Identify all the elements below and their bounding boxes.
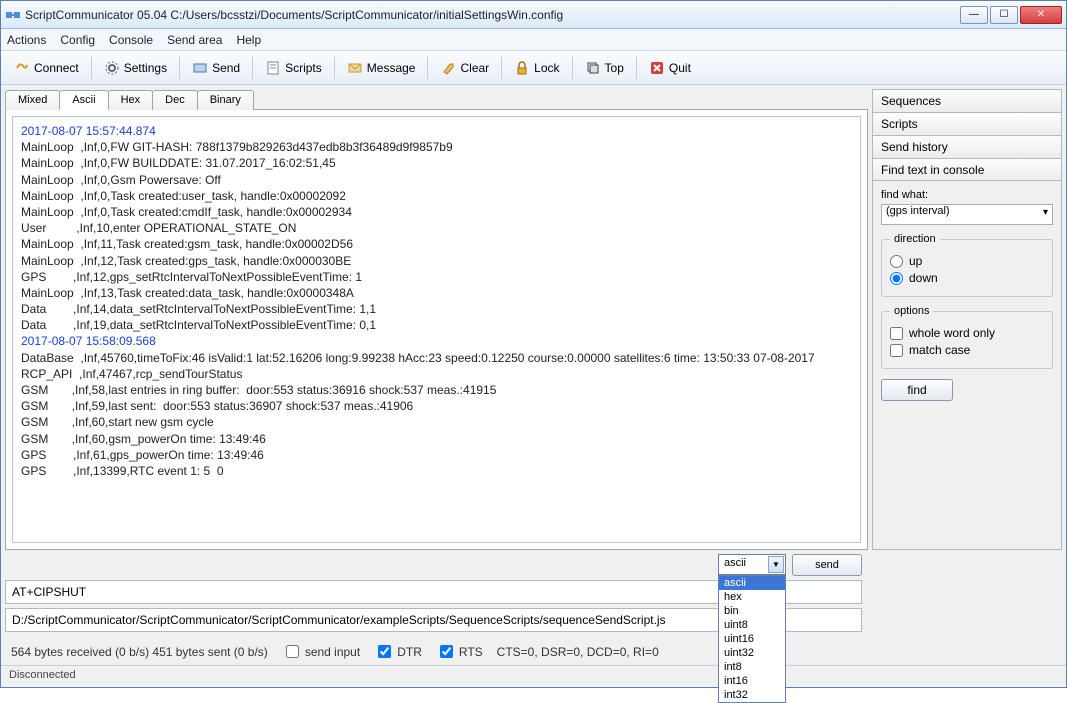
connect-button[interactable]: Connect [7, 56, 86, 80]
quit-button[interactable]: Quit [642, 56, 698, 80]
direction-group: direction up down [881, 233, 1053, 297]
scripts-icon [265, 60, 281, 76]
options-label: options [890, 305, 933, 317]
menu-help[interactable]: Help [236, 33, 261, 47]
tab-hex[interactable]: Hex [108, 90, 154, 110]
chk-whole-word[interactable]: whole word only [890, 326, 1044, 340]
format-dropdown[interactable]: asciihexbinuint8uint16uint32int8int16int… [718, 575, 786, 703]
tab-binary[interactable]: Binary [197, 90, 254, 110]
message-button[interactable]: Message [340, 56, 423, 80]
tab-dec[interactable]: Dec [152, 90, 198, 110]
format-option-int32[interactable]: int32 [719, 688, 785, 702]
format-option-uint32[interactable]: uint32 [719, 646, 785, 660]
top-button[interactable]: Top [578, 56, 631, 80]
message-icon [347, 60, 363, 76]
app-icon [5, 7, 21, 23]
gear-icon [104, 60, 120, 76]
acc-sequences[interactable]: Sequences [872, 89, 1062, 113]
find-panel: find what: (gps interval) direction up d… [872, 180, 1062, 550]
menubar: Actions Config Console Send area Help [1, 29, 1066, 51]
format-option-ascii[interactable]: ascii [719, 576, 785, 590]
menu-config[interactable]: Config [60, 33, 95, 47]
chk-match-case[interactable]: match case [890, 343, 1044, 357]
quit-icon [649, 60, 665, 76]
top-icon [585, 60, 601, 76]
titlebar: ScriptCommunicator 05.04 C:/Users/bcsstz… [1, 1, 1066, 29]
console-output[interactable]: 2017-08-07 15:57:44.874MainLoop ,Inf,0,F… [12, 116, 861, 543]
scripts-button[interactable]: Scripts [258, 56, 329, 80]
lock-button[interactable]: Lock [507, 56, 566, 80]
menu-send-area[interactable]: Send area [167, 33, 222, 47]
status-bar: Disconnected [1, 665, 1066, 687]
info-bar: 564 bytes received (0 b/s) 451 bytes sen… [5, 638, 1062, 665]
format-select-wrap: ascii ▼ asciihexbinuint8uint16uint32int8… [718, 554, 786, 576]
maximize-button[interactable]: ☐ [990, 6, 1018, 24]
format-option-bin[interactable]: bin [719, 604, 785, 618]
chk-rts[interactable]: RTS [436, 642, 483, 661]
chk-dtr[interactable]: DTR [374, 642, 422, 661]
toolbar: Connect Settings Send Scripts Message Cl… [1, 51, 1066, 85]
window-buttons: — ☐ ✕ [960, 6, 1062, 24]
chk-send-input[interactable]: send input [282, 642, 360, 661]
chevron-down-icon[interactable]: ▼ [768, 556, 784, 573]
left-column: Mixed Ascii Hex Dec Binary 2017-08-07 15… [5, 89, 868, 550]
acc-scripts[interactable]: Scripts [872, 112, 1062, 136]
send-controls: ascii ▼ asciihexbinuint8uint16uint32int8… [5, 554, 862, 576]
menu-actions[interactable]: Actions [7, 33, 46, 47]
view-tabs: Mixed Ascii Hex Dec Binary [5, 89, 868, 109]
settings-button[interactable]: Settings [97, 56, 174, 80]
console-panel: 2017-08-07 15:57:44.874MainLoop ,Inf,0,F… [5, 109, 868, 550]
format-option-int8[interactable]: int8 [719, 660, 785, 674]
window-title: ScriptCommunicator 05.04 C:/Users/bcsstz… [25, 8, 960, 22]
minimize-button[interactable]: — [960, 6, 988, 24]
send-icon [192, 60, 208, 76]
serial-lines: CTS=0, DSR=0, DCD=0, RI=0 [497, 645, 659, 659]
format-option-uint16[interactable]: uint16 [719, 632, 785, 646]
menu-console[interactable]: Console [109, 33, 153, 47]
find-what-input[interactable]: (gps interval) [881, 204, 1053, 225]
clear-icon [440, 60, 456, 76]
main-body: Mixed Ascii Hex Dec Binary 2017-08-07 15… [1, 85, 1066, 550]
send-text-button[interactable]: send [792, 554, 862, 576]
connect-icon [14, 60, 30, 76]
format-option-int16[interactable]: int16 [719, 674, 785, 688]
radio-down[interactable]: down [890, 271, 1044, 285]
lock-icon [514, 60, 530, 76]
clear-button[interactable]: Clear [433, 56, 496, 80]
options-group: options whole word only match case [881, 305, 1053, 369]
format-option-uint8[interactable]: uint8 [719, 618, 785, 632]
find-button[interactable]: find [881, 379, 953, 401]
close-button[interactable]: ✕ [1020, 6, 1062, 24]
send-button[interactable]: Send [185, 56, 247, 80]
direction-label: direction [890, 233, 940, 245]
tab-mixed[interactable]: Mixed [5, 90, 60, 110]
tab-ascii[interactable]: Ascii [59, 90, 108, 110]
radio-up[interactable]: up [890, 254, 1044, 268]
format-option-hex[interactable]: hex [719, 590, 785, 604]
acc-send-history[interactable]: Send history [872, 135, 1062, 159]
find-what-label: find what: [881, 189, 1053, 201]
acc-find-text[interactable]: Find text in console [872, 158, 1062, 182]
bottom-area: ascii ▼ asciihexbinuint8uint16uint32int8… [1, 550, 1066, 665]
right-column: Sequences Scripts Send history Find text… [872, 89, 1062, 550]
app-window: ScriptCommunicator 05.04 C:/Users/bcsstz… [0, 0, 1067, 688]
byte-stats: 564 bytes received (0 b/s) 451 bytes sen… [11, 645, 268, 659]
